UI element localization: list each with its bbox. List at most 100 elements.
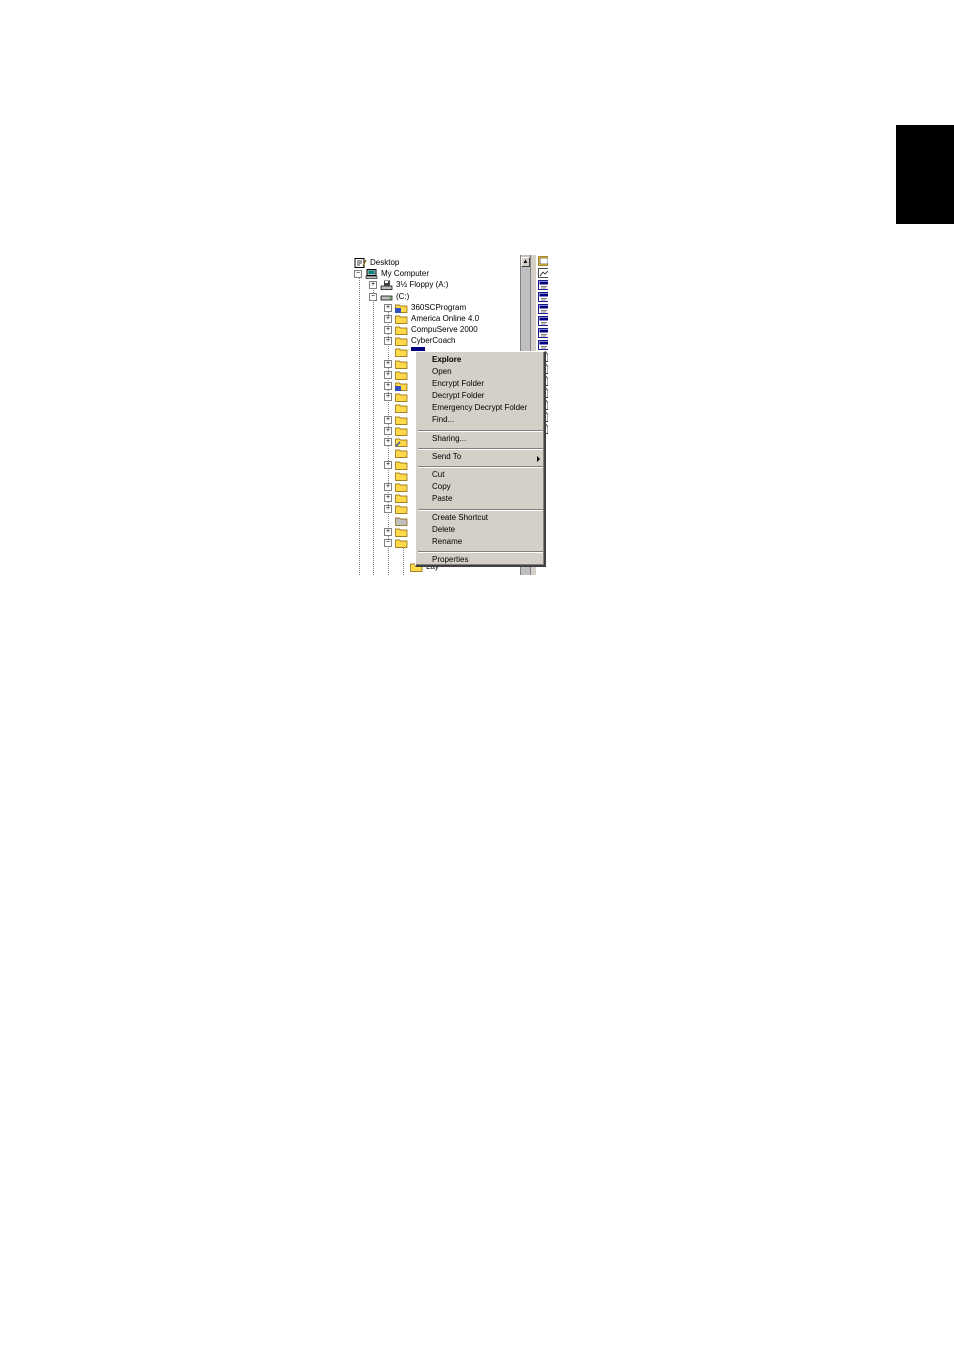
drive-icon <box>380 295 393 300</box>
tree-item-folder[interactable] <box>384 402 411 413</box>
tree-item-folder[interactable]: + <box>384 425 411 436</box>
tree-item-folder[interactable]: + <box>384 391 411 402</box>
expand-icon[interactable]: + <box>384 482 392 491</box>
tree-item-folder[interactable]: + CompuServe 2000 <box>384 324 478 335</box>
context-menu: Explore Open Encrypt Folder Decrypt Folder E… <box>415 351 546 567</box>
menu-separator <box>418 551 543 553</box>
expand-icon[interactable]: + <box>384 504 392 513</box>
folder-icon <box>395 382 408 391</box>
menu-item-paste[interactable]: Paste <box>432 493 452 505</box>
file-list-item[interactable]: QA.doc <box>538 303 548 315</box>
expand-icon[interactable]: + <box>384 370 392 379</box>
word-doc-icon <box>538 304 548 314</box>
tree-item-folder[interactable]: + CyberCoach <box>384 335 455 346</box>
expand-icon[interactable]: + <box>384 426 392 435</box>
floppy-icon <box>380 280 393 290</box>
expand-icon[interactable]: + <box>384 336 392 345</box>
folder-icon <box>395 304 408 313</box>
menu-separator <box>418 448 543 450</box>
tree-item-folder[interactable]: + <box>384 436 411 447</box>
expand-icon[interactable]: + <box>384 460 392 469</box>
tree-item-drive-c[interactable]: − (C:) <box>369 291 409 302</box>
expand-icon[interactable]: + <box>384 314 392 323</box>
menu-item-cut[interactable]: Cut <box>432 469 444 481</box>
folder-icon <box>395 472 408 481</box>
expand-icon[interactable]: + <box>369 280 377 289</box>
folder-icon <box>395 505 408 514</box>
tree-item-label: CompuServe 2000 <box>411 325 478 334</box>
tree-item-folder[interactable]: + <box>384 414 411 425</box>
menu-item-explore[interactable]: Explore <box>432 354 461 366</box>
tree-item-folder[interactable]: + America Online 4.0 <box>384 313 479 324</box>
file-list-item[interactable]: ~$manual.doc <box>538 339 548 351</box>
tree-item-folder[interactable]: + <box>384 459 411 470</box>
folder-icon <box>395 494 408 503</box>
menu-item-open[interactable]: Open <box>432 366 452 378</box>
tree-item-folder[interactable] <box>384 470 411 481</box>
tree-item-folder[interactable]: + <box>384 503 411 514</box>
menu-item-decrypt-folder[interactable]: Decrypt Folder <box>432 390 484 402</box>
file-list-item[interactable]: ie5cim.exe <box>538 255 548 267</box>
tree-item-folder[interactable]: + <box>384 526 411 537</box>
folder-icon <box>395 438 408 447</box>
tree-item-folder[interactable]: + 360SCProgram <box>384 302 466 313</box>
tree-item-my-computer[interactable]: − My Computer <box>354 268 429 279</box>
menu-item-create-shortcut[interactable]: Create Shortcut <box>432 512 488 524</box>
file-list-item[interactable]: report.doc <box>538 315 548 327</box>
menu-item-copy[interactable]: Copy <box>432 481 451 493</box>
bitmap-icon <box>538 268 548 278</box>
tree-item-label: Desktop <box>370 258 400 267</box>
menu-item-send-to[interactable]: Send To <box>432 451 461 463</box>
folder-icon <box>395 427 408 436</box>
folder-icon <box>395 337 408 346</box>
file-list-item[interactable]: qe.bmp <box>538 267 548 279</box>
tree-item-folder[interactable] <box>384 447 411 458</box>
tree-item-label: (C:) <box>396 292 410 301</box>
tree-item-folder[interactable]: + <box>384 481 411 492</box>
word-doc-icon <box>538 292 548 302</box>
folder-icon <box>395 483 408 492</box>
file-list-item[interactable]: sample.doc <box>538 327 548 339</box>
folder-icon <box>395 528 408 537</box>
tree-item-folder[interactable]: − <box>384 537 411 548</box>
expand-icon[interactable]: + <box>384 415 392 424</box>
word-doc-icon <box>538 316 548 326</box>
folder-icon <box>395 326 408 335</box>
tree-item-folder[interactable]: + <box>384 492 411 503</box>
menu-item-encrypt-folder[interactable]: Encrypt Folder <box>432 378 484 390</box>
tree-item-label: 360SCProgram <box>411 303 467 312</box>
tree-item-folder[interactable]: + <box>384 369 411 380</box>
file-list-item[interactable]: INS.doc <box>538 291 548 303</box>
file-list-item[interactable]: cover1.doc <box>538 279 548 291</box>
expand-icon[interactable]: + <box>384 303 392 312</box>
menu-separator <box>418 430 543 432</box>
collapse-icon[interactable]: − <box>354 269 362 278</box>
tree-item-desktop[interactable]: Desktop <box>354 257 399 268</box>
menu-item-find[interactable]: Find... <box>432 414 454 426</box>
expand-icon[interactable]: + <box>384 437 392 446</box>
expand-icon[interactable]: + <box>384 359 392 368</box>
page-tab-marker <box>896 125 954 224</box>
tree-item-floppy[interactable]: + 3½ Floppy (A:) <box>369 279 448 290</box>
menu-item-rename[interactable]: Rename <box>432 536 462 548</box>
menu-item-delete[interactable]: Delete <box>432 524 455 536</box>
menu-item-sharing[interactable]: Sharing... <box>432 433 466 445</box>
menu-item-properties[interactable]: Properties <box>432 554 468 566</box>
scroll-up-arrow-icon[interactable]: ▲ <box>521 257 530 267</box>
expand-icon[interactable]: + <box>384 381 392 390</box>
folder-icon <box>395 449 408 458</box>
folder-icon <box>395 416 408 425</box>
collapse-icon[interactable]: − <box>369 292 377 301</box>
word-doc-icon <box>538 280 548 290</box>
tree-item-folder[interactable]: + <box>384 380 411 391</box>
expand-icon[interactable]: + <box>384 527 392 536</box>
menu-item-emergency-decrypt-folder[interactable]: Emergency Decrypt Folder <box>432 402 527 414</box>
expand-icon[interactable]: + <box>384 325 392 334</box>
tree-item-folder[interactable] <box>384 515 411 526</box>
expand-icon[interactable]: + <box>384 493 392 502</box>
folder-icon <box>395 404 408 413</box>
tree-item-folder[interactable]: + <box>384 358 411 369</box>
expand-icon[interactable]: + <box>384 392 392 401</box>
folder-icon <box>395 315 408 324</box>
collapse-icon[interactable]: − <box>384 538 392 547</box>
